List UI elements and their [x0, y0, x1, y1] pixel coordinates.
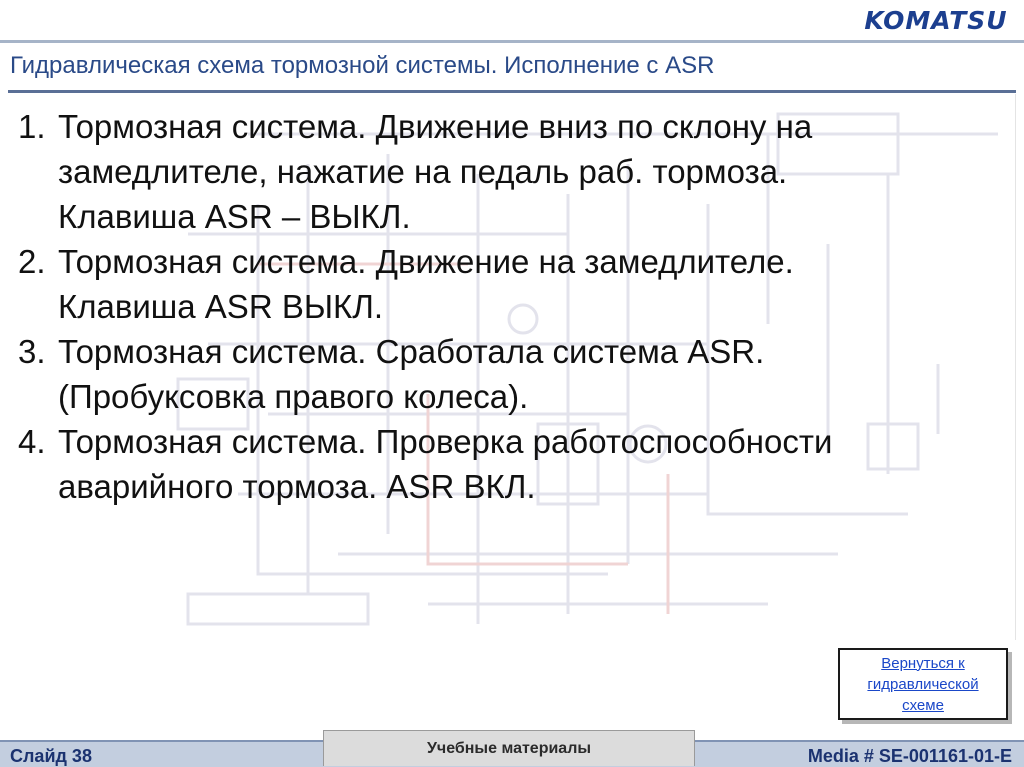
list-item: 2. Тормозная система. Движение на замедл… — [18, 239, 1008, 329]
title-divider — [8, 90, 1016, 93]
list-item: 3. Тормозная система. Сработала система … — [18, 329, 1008, 419]
logo-text: KOMATSU — [864, 5, 1008, 35]
slide-title: Гидравлическая схема тормозной системы. … — [10, 52, 715, 79]
header-divider — [0, 40, 1024, 43]
item-text: Тормозная система. Движение на замедлите… — [58, 243, 794, 325]
item-number: 4. — [18, 423, 46, 460]
komatsu-logo: KOMATSU — [855, 5, 1017, 35]
back-to-diagram-box[interactable]: Вернуться к гидравлической схеме — [838, 648, 1008, 720]
item-text: Тормозная система. Движение вниз по скло… — [58, 108, 813, 235]
slide-number: Слайд 38 — [10, 746, 92, 766]
item-text: Тормозная система. Проверка работоспособ… — [58, 423, 833, 505]
list-item: 1. Тормозная система. Движение вниз по с… — [18, 104, 1008, 239]
item-number: 1. — [18, 108, 46, 145]
list-item: 4. Тормозная система. Проверка работоспо… — [18, 419, 1008, 509]
slide: KOMATSU Гидравлическая схема тормозной с… — [0, 0, 1024, 767]
instruction-list: 1. Тормозная система. Движение вниз по с… — [18, 104, 1008, 509]
item-number: 2. — [18, 243, 46, 280]
item-number: 3. — [18, 333, 46, 370]
materials-tab: Учебные материалы — [323, 730, 695, 766]
back-to-diagram-link[interactable]: Вернуться к гидравлической схеме — [867, 653, 978, 716]
item-text: Тормозная система. Сработала система ASR… — [58, 333, 765, 415]
media-id: Media # SE-001161-01-E — [807, 746, 1012, 766]
